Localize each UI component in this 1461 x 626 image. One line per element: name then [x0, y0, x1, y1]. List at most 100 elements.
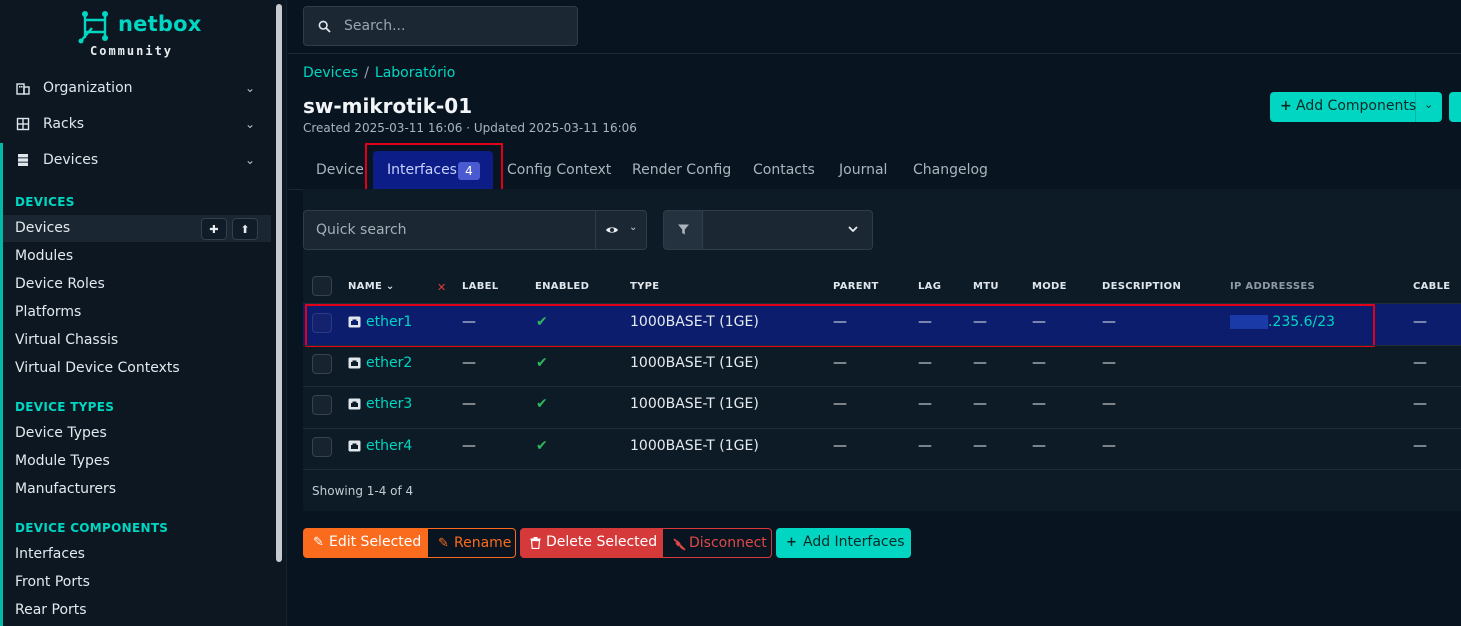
- column-header-cable[interactable]: CABLE: [1413, 281, 1450, 292]
- cell-label: —: [462, 396, 476, 412]
- nav-devices[interactable]: Devices ⌄: [0, 142, 270, 178]
- column-visibility-dropdown[interactable]: ⌄: [595, 210, 647, 250]
- enabled-check-icon: ✔: [536, 438, 548, 454]
- tab-contacts[interactable]: Contacts: [753, 162, 815, 178]
- quick-search[interactable]: [303, 210, 596, 250]
- plus-icon: +: [786, 535, 797, 550]
- pencil-icon: ✎: [438, 536, 449, 551]
- cell-label: —: [462, 438, 476, 454]
- disconnect-button[interactable]: Disconnect: [662, 528, 772, 558]
- cell-lag: —: [918, 438, 932, 454]
- sidebar: netbox Community Organization ⌄ Racks ⌄ …: [0, 0, 287, 626]
- column-header-description[interactable]: DESCRIPTION: [1102, 281, 1181, 292]
- sidebar-item-device-types[interactable]: Device Types: [15, 425, 107, 441]
- row-checkbox[interactable]: [312, 354, 332, 374]
- sidebar-scrollbar-thumb[interactable]: [276, 4, 282, 562]
- add-components-label: Add Components: [1296, 98, 1417, 114]
- cell-type: 1000BASE-T (1GE): [630, 396, 759, 412]
- cell-cable: —: [1413, 314, 1427, 330]
- sidebar-item-module-types[interactable]: Module Types: [15, 453, 110, 469]
- column-name-label: NAME: [348, 281, 383, 292]
- add-components-button[interactable]: + Add Components ⌄: [1270, 92, 1442, 122]
- section-heading-devices: DEVICES: [15, 195, 75, 209]
- tab-config-context[interactable]: Config Context: [507, 162, 611, 178]
- tab-journal[interactable]: Journal: [839, 162, 887, 178]
- brand-name: netbox: [118, 12, 202, 36]
- interface-name-link[interactable]: ether4: [366, 438, 412, 454]
- add-interfaces-button[interactable]: + Add Interfaces: [776, 528, 911, 558]
- disconnect-label: Disconnect: [689, 535, 767, 551]
- chevron-down-icon: ⌄: [245, 81, 256, 95]
- rename-label: Rename: [454, 535, 512, 551]
- plus-icon: ✚: [209, 222, 219, 236]
- column-header-name[interactable]: NAME ⌄: [348, 281, 395, 292]
- column-header-mode[interactable]: MODE: [1032, 281, 1067, 292]
- row-divider: [303, 345, 1461, 346]
- quick-search-input[interactable]: [316, 220, 576, 240]
- global-search[interactable]: [303, 6, 578, 46]
- ethernet-port-icon: [348, 440, 361, 452]
- interface-name-link[interactable]: ether2: [366, 355, 412, 371]
- pagination-summary: Showing 1-4 of 4: [312, 484, 414, 498]
- cell-cable: —: [1413, 355, 1427, 371]
- column-header-lag[interactable]: LAG: [918, 281, 941, 292]
- column-header-enabled[interactable]: ENABLED: [535, 281, 589, 292]
- cell-description: —: [1102, 355, 1116, 371]
- edit-selected-button[interactable]: ✎ Edit Selected: [303, 528, 427, 558]
- column-header-parent[interactable]: PARENT: [833, 281, 879, 292]
- chevron-down-icon[interactable]: ⌄: [1424, 98, 1433, 111]
- interface-name-link[interactable]: ether3: [366, 396, 412, 412]
- clear-sort-icon[interactable]: ✕: [437, 281, 446, 294]
- section-heading-device-components: DEVICE COMPONENTS: [15, 521, 169, 535]
- sidebar-item-device-roles[interactable]: Device Roles: [15, 276, 105, 292]
- row-checkbox[interactable]: [312, 395, 332, 415]
- sidebar-item-platforms[interactable]: Platforms: [15, 304, 81, 320]
- netbox-logo[interactable]: netbox Community: [78, 8, 208, 60]
- cell-mode: —: [1032, 355, 1046, 371]
- sidebar-item-rear-ports[interactable]: Rear Ports: [15, 602, 87, 618]
- nav-devices-label: Devices: [43, 152, 99, 168]
- overflow-action-button[interactable]: [1449, 92, 1461, 122]
- sidebar-item-virtual-device-contexts[interactable]: Virtual Device Contexts: [15, 360, 180, 376]
- search-input[interactable]: [344, 15, 564, 37]
- column-header-mtu[interactable]: MTU: [973, 281, 999, 292]
- section-heading-device-types: DEVICE TYPES: [15, 400, 115, 414]
- column-header-label[interactable]: LABEL: [462, 281, 498, 292]
- enabled-check-icon: ✔: [536, 355, 548, 371]
- breadcrumb-site[interactable]: Laboratório: [375, 65, 455, 81]
- tab-render-config[interactable]: Render Config: [632, 162, 731, 178]
- nav-organization[interactable]: Organization ⌄: [0, 70, 270, 106]
- cell-type: 1000BASE-T (1GE): [630, 355, 759, 371]
- rename-button[interactable]: ✎ Rename: [427, 528, 516, 558]
- row-checkbox[interactable]: [312, 437, 332, 457]
- sidebar-item-interfaces[interactable]: Interfaces: [15, 546, 85, 562]
- breadcrumb-devices[interactable]: Devices: [303, 65, 358, 81]
- breadcrumb: Devices / Laboratório: [303, 65, 455, 81]
- cell-parent: —: [833, 355, 847, 371]
- import-device-button[interactable]: ⬆: [232, 218, 258, 240]
- sidebar-item-front-ports[interactable]: Front Ports: [15, 574, 90, 590]
- netbox-logo-icon: [78, 11, 108, 44]
- filter-icon: [678, 224, 689, 235]
- tab-device[interactable]: Device: [316, 162, 364, 178]
- filter-button[interactable]: [663, 210, 703, 250]
- add-device-button[interactable]: ✚: [201, 218, 227, 240]
- sidebar-item-manufacturers[interactable]: Manufacturers: [15, 481, 116, 497]
- column-header-ip-addresses[interactable]: IP ADDRESSES: [1230, 281, 1315, 292]
- column-header-type[interactable]: TYPE: [630, 281, 659, 292]
- cell-cable: —: [1413, 438, 1427, 454]
- chevron-down-icon: ⌄: [629, 222, 638, 233]
- sidebar-item-modules[interactable]: Modules: [15, 248, 73, 264]
- delete-selected-button[interactable]: Delete Selected: [520, 528, 662, 558]
- sidebar-item-devices[interactable]: Devices: [15, 220, 70, 236]
- filter-select[interactable]: [702, 210, 873, 250]
- server-icon: [18, 154, 28, 166]
- nav-racks[interactable]: Racks ⌄: [0, 106, 270, 142]
- ethernet-port-icon: [348, 357, 361, 369]
- tab-changelog[interactable]: Changelog: [913, 162, 988, 178]
- cell-description: —: [1102, 396, 1116, 412]
- sidebar-item-virtual-chassis[interactable]: Virtual Chassis: [15, 332, 118, 348]
- plug-disconnect-icon: [673, 538, 686, 551]
- cell-mtu: —: [973, 438, 987, 454]
- select-all-checkbox[interactable]: [312, 276, 332, 296]
